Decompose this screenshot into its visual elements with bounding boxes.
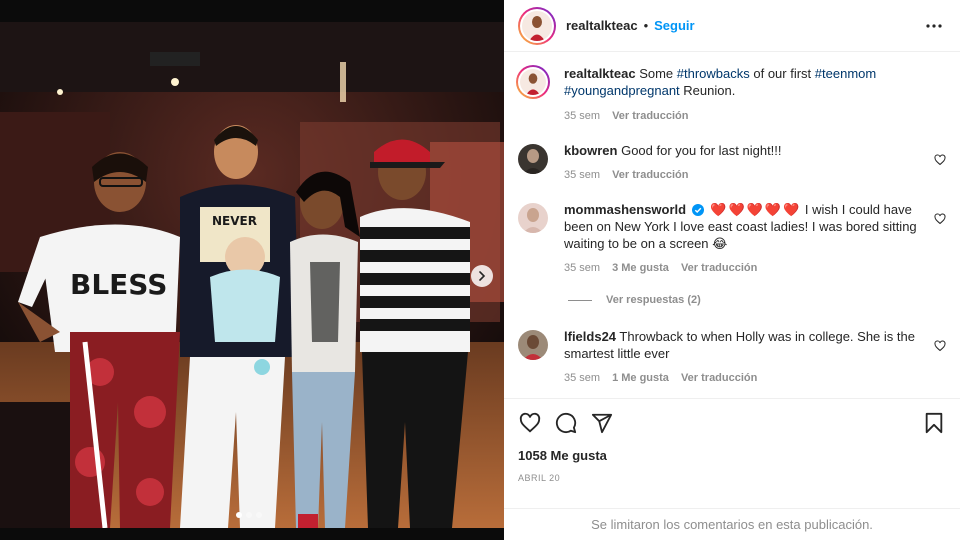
comment-item: kbowren Good for you for last night!!! 3… xyxy=(518,142,946,181)
comment-time: 35 sem xyxy=(564,169,601,181)
like-button[interactable] xyxy=(518,411,542,435)
caption-text: realtalkteac Some #throwbacks of our fir… xyxy=(564,65,934,99)
translate-link[interactable]: Ver traducción xyxy=(612,169,688,181)
comment-button[interactable] xyxy=(554,411,578,435)
commenter-username[interactable]: mommashensworld xyxy=(564,202,686,217)
carousel-dot xyxy=(256,512,262,518)
chevron-right-icon xyxy=(479,271,486,281)
share-button[interactable] xyxy=(590,411,614,435)
hashtag-link[interactable]: #youngandpregnant xyxy=(564,83,680,98)
heart-icon xyxy=(519,412,541,433)
commenter-avatar[interactable] xyxy=(518,144,548,174)
post-media: BLESS NEVER xyxy=(0,0,504,540)
carousel-dot xyxy=(246,512,252,518)
comment-bubble-icon xyxy=(555,412,577,434)
caption-text-part: Reunion. xyxy=(679,83,736,98)
more-horizontal-icon xyxy=(926,23,942,28)
post-photo: BLESS NEVER xyxy=(0,22,504,528)
group-photo: BLESS NEVER xyxy=(0,22,504,528)
commenter-username[interactable]: kbowren xyxy=(564,143,617,158)
shirt-print-never: NEVER xyxy=(212,214,257,228)
view-replies-label: Ver respuestas (2) xyxy=(606,294,701,306)
comments-list: realtalkteac Some #throwbacks of our fir… xyxy=(504,53,960,399)
post-date: ABRIL 20 xyxy=(518,473,561,483)
carousel-indicator xyxy=(236,512,262,518)
save-button[interactable] xyxy=(922,411,946,435)
instagram-post-modal: BLESS NEVER realtalkteac • Seguir realta… xyxy=(0,0,960,540)
more-options-button[interactable] xyxy=(922,14,946,38)
commenter-avatar[interactable] xyxy=(518,203,548,233)
like-count[interactable]: 1058 Me gusta xyxy=(518,448,946,463)
like-comment-heart-icon[interactable] xyxy=(934,154,946,166)
post-actions: 1058 Me gusta ABRIL 20 xyxy=(504,398,960,483)
translate-link[interactable]: Ver traducción xyxy=(681,372,757,384)
paper-plane-icon xyxy=(591,413,613,434)
shirt-print-bless: BLESS xyxy=(70,268,167,301)
hashtag-link[interactable]: #throwbacks xyxy=(677,66,750,81)
commenter-avatar[interactable] xyxy=(518,330,548,360)
carousel-next-button[interactable] xyxy=(471,265,493,287)
translate-link[interactable]: Ver traducción xyxy=(612,110,688,122)
comment-time: 35 sem xyxy=(564,262,601,274)
comment-item: mommashensworld ❤️❤️❤️❤️❤️ I wish I coul… xyxy=(518,201,946,274)
comment-likes[interactable]: 3 Me gusta xyxy=(612,262,669,274)
comment-item: lfields24 Throwback to when Holly was in… xyxy=(518,328,946,384)
caption-avatar[interactable] xyxy=(516,65,550,99)
commenter-username[interactable]: lfields24 xyxy=(564,329,616,344)
hashtag-link[interactable]: #teenmom xyxy=(815,66,876,81)
bookmark-icon xyxy=(925,412,943,434)
comments-limited-notice: Se limitaron los comentarios en esta pub… xyxy=(504,508,960,540)
heart-emojis: ❤️❤️❤️❤️❤️ xyxy=(710,202,802,217)
comment-text: Throwback to when Holly was in college. … xyxy=(564,329,915,361)
like-comment-heart-icon[interactable] xyxy=(934,213,946,225)
like-comment-heart-icon[interactable] xyxy=(934,340,946,352)
comment-time: 35 sem xyxy=(564,372,601,384)
follow-button[interactable]: Seguir xyxy=(654,18,694,33)
caption-text-part: Some xyxy=(639,66,677,81)
caption-time: 35 sem xyxy=(564,110,601,122)
caption-username[interactable]: realtalkteac xyxy=(564,66,636,81)
verified-badge-icon xyxy=(691,204,704,216)
comment-likes[interactable]: 1 Me gusta xyxy=(612,372,669,384)
author-avatar[interactable] xyxy=(518,6,556,45)
avatar-image xyxy=(520,69,546,95)
author-username[interactable]: realtalkteac xyxy=(566,18,638,33)
view-replies-button[interactable]: Ver respuestas (2) xyxy=(568,294,946,306)
comment-text: Good for you for last night!!! xyxy=(621,143,782,158)
caption-text-part: of our first xyxy=(749,66,815,81)
post-header: realtalkteac • Seguir xyxy=(504,0,960,52)
translate-link[interactable]: Ver traducción xyxy=(681,262,757,274)
replies-divider xyxy=(568,299,592,301)
post-details-panel: realtalkteac • Seguir realtalkteac Some … xyxy=(504,0,960,540)
caption: realtalkteac Some #throwbacks of our fir… xyxy=(516,65,946,122)
avatar-image xyxy=(522,10,552,41)
carousel-dot xyxy=(236,512,242,518)
separator-dot: • xyxy=(643,18,649,33)
